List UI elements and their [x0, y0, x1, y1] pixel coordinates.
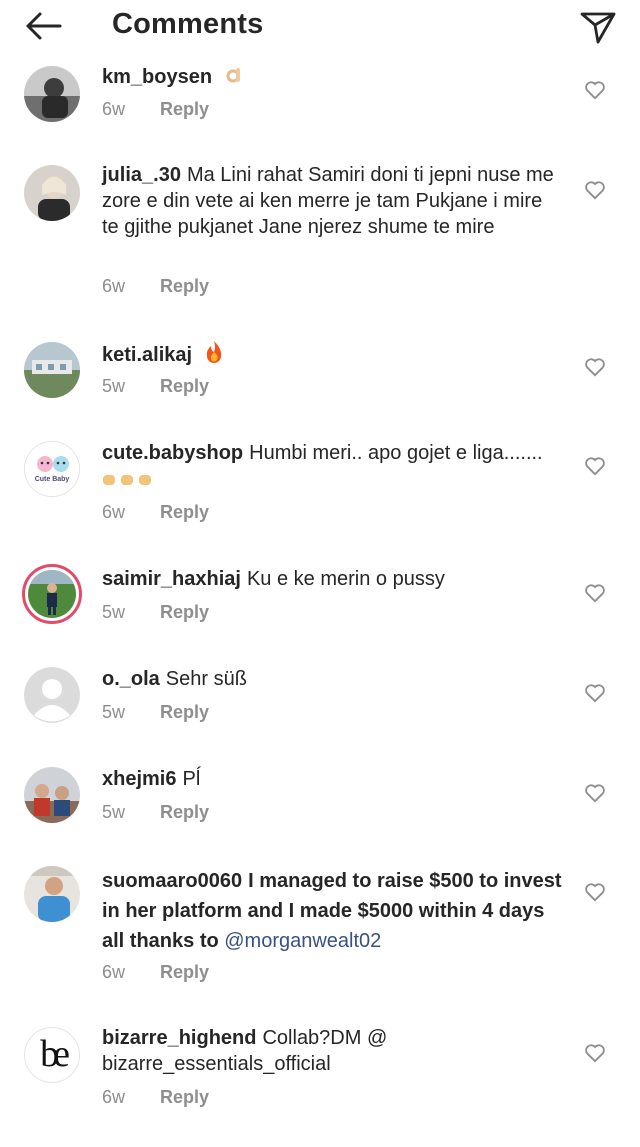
comment-username[interactable]: km_boysen: [102, 66, 212, 88]
heart-icon[interactable]: [584, 357, 606, 377]
reply-button[interactable]: Reply: [160, 1087, 209, 1107]
heart-icon[interactable]: [584, 583, 606, 603]
comment-username[interactable]: keti.alikaj: [102, 344, 192, 366]
heart-icon[interactable]: [584, 180, 606, 200]
reply-button[interactable]: Reply: [160, 802, 209, 822]
comment-time: 5w: [102, 376, 126, 396]
comment-text: Humbi meri.. apo gojet e liga.......: [249, 442, 543, 464]
reply-button[interactable]: Reply: [160, 502, 209, 522]
ok-hand-emoji: [224, 66, 244, 93]
heart-icon[interactable]: [584, 456, 606, 476]
raised-hands-emoji: [102, 469, 152, 495]
comment-time: 6w: [102, 502, 126, 522]
comment-time: 6w: [102, 99, 126, 119]
comment-text: Pĺ: [182, 768, 201, 790]
reply-button[interactable]: Reply: [160, 99, 209, 119]
avatar[interactable]: [24, 767, 80, 823]
comment-username[interactable]: xhejmi6: [102, 768, 176, 790]
avatar[interactable]: Cute Baby: [24, 441, 80, 497]
reply-button[interactable]: Reply: [160, 376, 209, 396]
fire-emoji: [204, 340, 224, 371]
reply-button[interactable]: Reply: [160, 276, 209, 296]
avatar[interactable]: [24, 66, 80, 122]
reply-button[interactable]: Reply: [160, 962, 209, 982]
comment-time: 6w: [102, 276, 126, 296]
default-avatar[interactable]: [24, 667, 80, 723]
reply-button[interactable]: Reply: [160, 602, 209, 622]
heart-icon[interactable]: [584, 1043, 606, 1063]
comment-time: 6w: [102, 962, 126, 982]
comment-username[interactable]: suomaaro0060: [102, 870, 242, 892]
comment-time: 5w: [102, 802, 126, 822]
paper-plane-icon: [580, 12, 616, 44]
avatar[interactable]: [24, 342, 80, 398]
comment-text: Ku e ke merin o pussy: [246, 568, 445, 590]
comment-username[interactable]: bizarre_highend: [102, 1027, 256, 1049]
avatar-logo-text: be: [40, 1033, 70, 1075]
comment-time: 5w: [102, 702, 126, 722]
arrow-left-icon: [26, 12, 62, 40]
comment-time: 5w: [102, 602, 126, 622]
avatar-story-ring[interactable]: [22, 564, 82, 624]
comment-username[interactable]: julia_.30: [102, 164, 181, 186]
heart-icon[interactable]: [584, 783, 606, 803]
comment-username[interactable]: saimir_haxhiaj: [102, 568, 241, 590]
comment-username[interactable]: cute.babyshop: [102, 442, 243, 464]
avatar-brand-text: Cute Baby: [34, 476, 70, 483]
header-bar: Comments: [0, 0, 640, 54]
share-button[interactable]: [578, 6, 618, 46]
avatar[interactable]: [24, 165, 80, 221]
back-button[interactable]: [22, 6, 66, 46]
avatar[interactable]: [24, 866, 80, 922]
comment-time: 6w: [102, 1087, 126, 1107]
mention-link[interactable]: @morganwealt02: [224, 930, 381, 952]
heart-icon[interactable]: [584, 80, 606, 100]
heart-icon[interactable]: [584, 882, 606, 902]
heart-icon[interactable]: [584, 683, 606, 703]
page-title: Comments: [112, 8, 264, 40]
comment-text: Sehr süß: [165, 668, 247, 690]
reply-button[interactable]: Reply: [160, 702, 209, 722]
comment-username[interactable]: o._ola: [102, 668, 160, 690]
avatar[interactable]: be: [24, 1027, 80, 1083]
